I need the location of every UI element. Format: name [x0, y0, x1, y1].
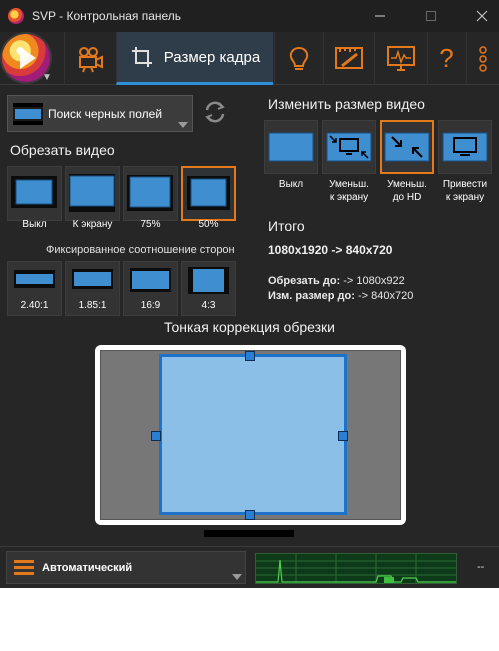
result-summary: 1080x1920 -> 840x720 [268, 243, 393, 257]
tab-frame-size-label: Размер кадра [163, 48, 261, 66]
video-camera-icon [78, 46, 103, 72]
crop-section-title: Обрезать видео [10, 142, 115, 158]
crop-to-line: Обрезать до: -> 1080x922 [268, 275, 405, 287]
black-bars-icon [13, 102, 43, 125]
lightbulb-icon [289, 46, 308, 70]
result-title: Итого [268, 218, 305, 234]
menu-lines-icon [14, 560, 34, 575]
main-toolbar: ▼ Размер кадра ? [0, 32, 499, 85]
fine-crop-scrollbar[interactable] [204, 530, 294, 537]
resize-fit-to-screen-button[interactable] [438, 120, 492, 174]
crop-75-label: 75% [140, 219, 161, 230]
resize-downscale-to-screen-button[interactable] [322, 120, 376, 174]
crop-75-icon [127, 175, 173, 211]
ratio-16-9-icon [130, 268, 171, 292]
ratio-4-3-button[interactable]: 4:3 [181, 261, 236, 316]
fine-crop-preview [95, 345, 406, 525]
resize-off-icon [268, 132, 314, 162]
ratio-4-3-label: 4:3 [201, 300, 216, 311]
downscale-to-hd-label: Уменьш. до HD [387, 179, 427, 203]
downscale-to-screen-label: Уменьш. к экрану [329, 179, 369, 203]
minimize-icon[interactable] [363, 0, 397, 32]
crop-handle-right[interactable] [338, 431, 348, 441]
crop-handle-left[interactable] [151, 431, 161, 441]
fine-crop-canvas [100, 350, 401, 520]
close-icon[interactable] [465, 0, 499, 32]
dropdown-arrow-icon [232, 574, 242, 580]
crop-handle-bottom[interactable] [245, 510, 255, 520]
ratio-1-85-label: 1.85:1 [78, 300, 107, 311]
maximize-icon[interactable] [414, 0, 448, 32]
crop-to-screen-icon [69, 174, 115, 212]
tab-frame-size[interactable]: Размер кадра [116, 32, 273, 85]
more-menu-button[interactable] [466, 32, 499, 85]
resize-to-line: Изм. размер до: -> 840x720 [268, 290, 413, 302]
ratio-1-85-icon [72, 269, 113, 289]
crop-to-label: Обрезать до: [268, 275, 341, 287]
performance-graph-plot [256, 554, 456, 583]
ratio-2-40-label: 2.40:1 [20, 300, 49, 311]
crop-handle-top[interactable] [245, 351, 255, 361]
resize-off-button[interactable] [264, 120, 318, 174]
black-bars-detect-value: Поиск черных полей [48, 106, 163, 121]
resize-off-label: Выкл [278, 179, 304, 190]
fine-crop-title: Тонкая коррекция обрезки [164, 319, 335, 335]
black-bars-detect-dropdown[interactable]: Поиск черных полей [7, 95, 193, 132]
ratio-2-40-icon [14, 270, 55, 288]
crop-to-screen-button[interactable] [65, 166, 120, 221]
refresh-button[interactable] [201, 97, 229, 127]
title-bar: SVP - Контрольная панель [0, 0, 499, 32]
crop-area[interactable] [159, 354, 347, 515]
fit-to-screen-label: Привести к экрану [442, 179, 488, 203]
profile-mode-dropdown[interactable]: Автоматический [6, 551, 246, 584]
resize-to-value: -> 840x720 [354, 290, 414, 302]
help-icon: ? [439, 43, 454, 73]
help-button[interactable]: ? [427, 32, 465, 85]
status-bar: Автоматический -- [0, 546, 499, 588]
downscale-to-screen-icon [326, 132, 372, 162]
resize-to-label: Изм. размер до: [268, 290, 355, 302]
svp-control-panel-window: SVP - Контрольная панель ▼ Размер кадра … [0, 0, 499, 588]
crop-to-screen-label: К экрану [72, 219, 113, 230]
ratio-16-9-label: 16:9 [140, 300, 161, 311]
chevron-down-icon: ▼ [42, 72, 52, 83]
tab-monitoring[interactable] [374, 32, 426, 85]
performance-graph [255, 553, 457, 584]
profile-mode-value: Автоматический [42, 561, 133, 574]
tab-video-profiles[interactable] [64, 32, 114, 85]
crop-75-button[interactable] [123, 166, 178, 221]
resize-section-title: Изменить размер видео [268, 96, 425, 112]
ratio-2-40-button[interactable]: 2.40:1 [7, 261, 62, 316]
tab-picture-tools[interactable] [323, 32, 373, 85]
dropdown-arrow-icon [178, 122, 188, 128]
fixed-ratio-title: Фиксированное соотношение сторон [46, 244, 235, 256]
downscale-to-hd-icon [384, 132, 430, 162]
svp-app-icon [8, 8, 24, 24]
monitor-graph-icon [386, 45, 415, 71]
crop-50-label: 50% [198, 219, 219, 230]
refresh-icon [205, 101, 225, 123]
tab-lighting[interactable] [274, 32, 322, 85]
crop-50-button[interactable] [181, 166, 236, 221]
ruler-pencil-icon [334, 46, 363, 69]
resize-downscale-to-hd-button[interactable] [380, 120, 434, 174]
crop-off-button[interactable] [7, 166, 62, 221]
crop-50-icon [187, 176, 230, 210]
fit-to-screen-icon [442, 132, 488, 162]
ratio-4-3-icon [188, 267, 229, 294]
ratio-16-9-button[interactable]: 16:9 [123, 261, 178, 316]
crop-to-value: -> 1080x922 [340, 275, 405, 287]
crop-icon [131, 47, 152, 67]
fps-readout: -- [477, 561, 485, 573]
crop-off-label: Выкл [22, 219, 47, 230]
window-title: SVP - Контрольная панель [32, 9, 182, 23]
more-vertical-icon [479, 45, 487, 72]
crop-off-icon [11, 176, 57, 208]
ratio-1-85-button[interactable]: 1.85:1 [65, 261, 120, 316]
